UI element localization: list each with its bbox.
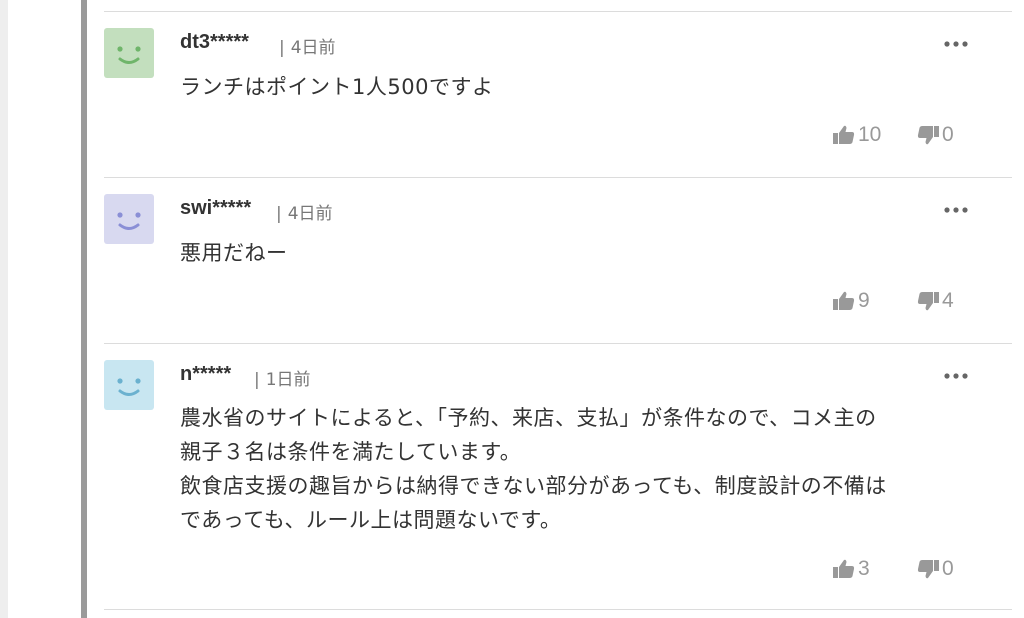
- reply-thread-line: [81, 0, 87, 618]
- more-dots-icon: [944, 373, 968, 379]
- divider: [104, 177, 1012, 178]
- comment-time: 1日前: [265, 370, 311, 390]
- more-dots-icon: [944, 207, 968, 213]
- comment-body: 農水省のサイトによると、「予約、来店、支払」が条件なので、コメ主の 親子３名は条…: [180, 406, 887, 532]
- smiley-face-icon: [104, 360, 154, 410]
- dislike-button[interactable]: 0: [917, 123, 954, 147]
- more-options-button[interactable]: [943, 34, 969, 54]
- thumbs-up-icon: [833, 125, 855, 144]
- comment-meta: | 4日前: [276, 199, 333, 224]
- meta-separator: |: [276, 204, 282, 224]
- dislike-count: 0: [942, 123, 954, 146]
- like-count: 3: [858, 557, 870, 580]
- like-count: 9: [858, 289, 870, 312]
- divider: [104, 609, 1012, 610]
- more-options-button[interactable]: [943, 366, 969, 386]
- comment-body: 悪用だねー: [180, 241, 288, 265]
- comment-item: n***** | 1日前 農水省のサイトによると、「予約、来店、支払」が条件なので…: [104, 360, 1012, 610]
- like-button[interactable]: 3: [833, 557, 870, 581]
- more-options-button[interactable]: [943, 200, 969, 220]
- smiley-face-icon: [104, 194, 154, 244]
- like-button[interactable]: 10: [833, 123, 881, 147]
- more-dots-icon: [944, 41, 968, 47]
- comment-time: 4日前: [290, 38, 336, 58]
- like-count: 10: [858, 123, 882, 146]
- comment-meta: | 1日前: [254, 365, 311, 390]
- thumbs-down-icon: [917, 292, 939, 311]
- divider: [104, 343, 1012, 344]
- avatar[interactable]: [104, 194, 154, 244]
- like-button[interactable]: 9: [833, 289, 870, 313]
- comment-author[interactable]: dt3*****: [180, 31, 249, 54]
- comment-meta: | 4日前: [279, 33, 336, 58]
- comment-time: 4日前: [287, 204, 333, 224]
- thumbs-up-icon: [833, 559, 855, 578]
- smiley-face-icon: [104, 28, 154, 78]
- meta-separator: |: [279, 38, 285, 58]
- comment-author[interactable]: swi*****: [180, 197, 251, 220]
- thumbs-down-icon: [917, 560, 939, 579]
- dislike-button[interactable]: 0: [917, 557, 954, 581]
- thumbs-down-icon: [917, 126, 939, 145]
- meta-separator: |: [254, 370, 260, 390]
- comment-item: swi***** | 4日前 悪用だねー 9 4: [104, 194, 1012, 344]
- thumbs-up-icon: [833, 291, 855, 310]
- comment-body: ランチはポイント1人500ですよ: [180, 75, 494, 99]
- divider: [104, 11, 1012, 12]
- avatar[interactable]: [104, 360, 154, 410]
- dislike-count: 0: [942, 557, 954, 580]
- dislike-count: 4: [942, 289, 954, 312]
- comment-author[interactable]: n*****: [180, 363, 231, 386]
- left-gutter: [0, 0, 8, 618]
- avatar[interactable]: [104, 28, 154, 78]
- comment-item: dt3***** | 4日前 ランチはポイント1人500ですよ 10 0: [104, 28, 1012, 178]
- dislike-button[interactable]: 4: [917, 289, 954, 313]
- comment-thread-view: dt3***** | 4日前 ランチはポイント1人500ですよ 10 0 swi*…: [0, 0, 1024, 618]
